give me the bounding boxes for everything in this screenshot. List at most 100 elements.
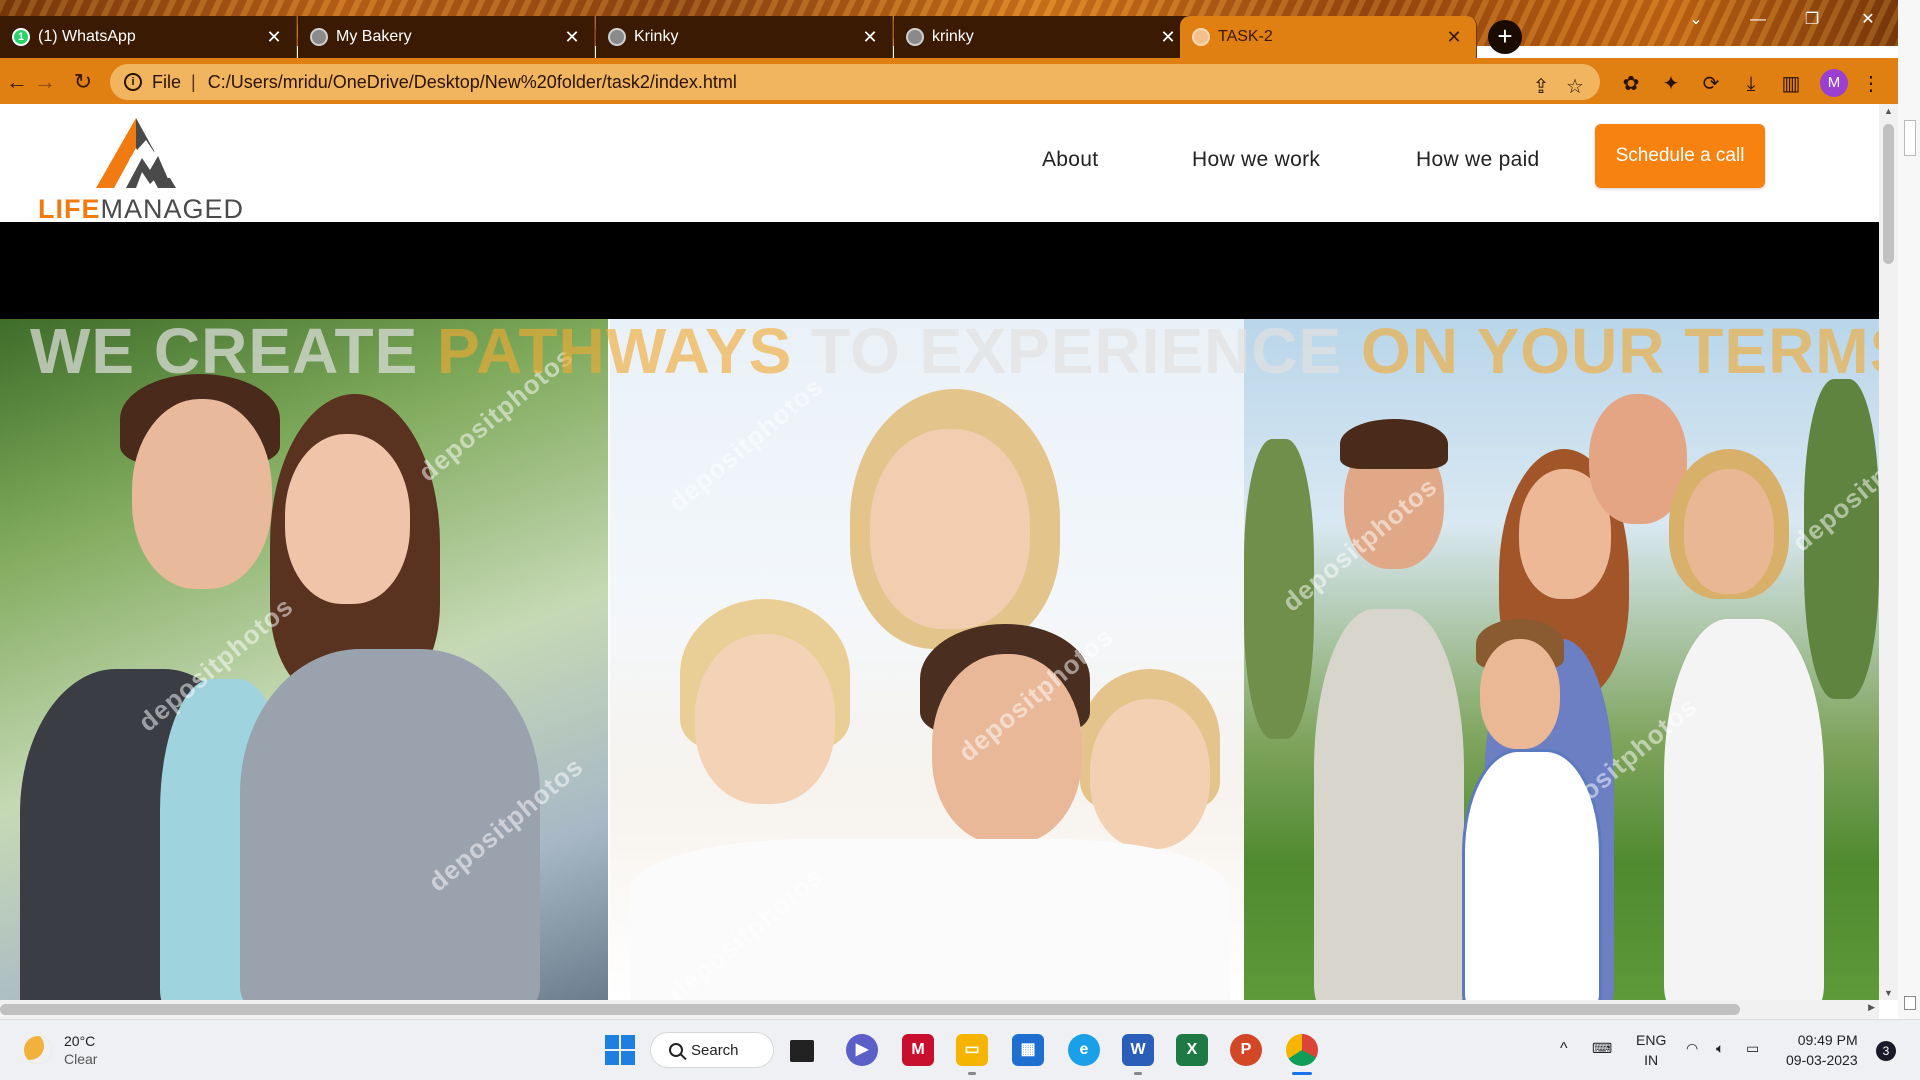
tab-title: Krinky xyxy=(634,28,679,45)
sync-icon[interactable]: ⟳ xyxy=(1698,71,1724,97)
page-viewport: LIFEMANAGED About How we work How we pai… xyxy=(0,104,1879,1000)
person-grandmother-head xyxy=(1684,469,1774,594)
hero-heading-part: TO EXPERIENCE xyxy=(811,315,1361,387)
site-logo[interactable]: LIFEMANAGED xyxy=(36,118,246,224)
tab-whatsapp[interactable]: 1 (1) WhatsApp ✕ xyxy=(0,16,297,58)
edge-box xyxy=(1904,120,1916,156)
logo-mark-icon xyxy=(96,118,176,188)
person-boy-head xyxy=(695,634,835,804)
hero-photo-couple: depositphotos depositphotos depositphoto… xyxy=(0,319,608,1000)
menu-kebab-icon[interactable]: ⋮ xyxy=(1858,71,1884,97)
forward-arrow-icon[interactable]: → xyxy=(28,65,62,99)
window-close-icon[interactable]: ✕ xyxy=(1846,6,1890,34)
region-code: IN xyxy=(1644,1052,1659,1068)
running-indicator xyxy=(1134,1072,1142,1075)
vertical-scrollbar[interactable]: ▲ ▼ xyxy=(1879,104,1898,1000)
bookmark-star-icon[interactable]: ☆ xyxy=(1560,72,1590,102)
maximize-icon[interactable]: ❐ xyxy=(1790,6,1834,34)
language-indicator[interactable]: ENG IN xyxy=(1636,1030,1666,1070)
scroll-up-arrow-icon[interactable]: ▲ xyxy=(1879,106,1898,116)
person-teen-body xyxy=(1314,609,1464,1000)
edge-icon[interactable]: e xyxy=(1068,1034,1100,1066)
share-icon[interactable]: ⇪ xyxy=(1526,72,1556,102)
nav-link-how-we-work[interactable]: How we work xyxy=(1192,148,1320,172)
hero-heading-part-highlight: PATHWAYS xyxy=(437,315,812,387)
logo-text-life: LIFE xyxy=(38,194,101,224)
show-hidden-icons-chevron-icon[interactable]: ^ xyxy=(1560,1040,1568,1058)
taskbar-clock[interactable]: 09:49 PM 09-03-2023 xyxy=(1786,1030,1858,1070)
weather-condition: Clear xyxy=(64,1051,98,1067)
minimize-icon[interactable]: — xyxy=(1736,6,1780,34)
word-icon[interactable]: W xyxy=(1122,1034,1154,1066)
tab-close-icon[interactable]: ✕ xyxy=(1444,27,1464,48)
wifi-icon[interactable]: ◠ xyxy=(1686,1040,1698,1057)
microsoft-store-icon[interactable]: ▦ xyxy=(1012,1034,1044,1066)
weather-widget[interactable]: 20°C Clear xyxy=(24,1032,97,1068)
globe-icon xyxy=(906,28,924,46)
tab-title: TASK-2 xyxy=(1218,28,1273,45)
browser-toolbar: ← → ↻ i File | C:/Users/mridu/OneDrive/D… xyxy=(0,58,1898,104)
extension-bug-icon[interactable]: ✿ xyxy=(1618,71,1644,97)
download-icon[interactable]: ⤓ xyxy=(1738,71,1764,97)
tab-close-icon[interactable]: ✕ xyxy=(562,27,582,48)
hero-photo-family-bed: depositphotos depositphotos depositphoto… xyxy=(610,319,1244,1000)
tab-close-icon[interactable]: ✕ xyxy=(860,27,880,48)
start-windows-icon[interactable] xyxy=(604,1034,636,1066)
reload-icon[interactable]: ↻ xyxy=(66,65,100,99)
address-bar[interactable]: i File | C:/Users/mridu/OneDrive/Desktop… xyxy=(110,64,1600,100)
vertical-scroll-thumb[interactable] xyxy=(1883,124,1894,264)
tab-close-icon[interactable]: ✕ xyxy=(1158,27,1178,48)
taskbar-search-button[interactable]: Search xyxy=(650,1032,774,1068)
mcafee-icon[interactable]: M xyxy=(902,1034,934,1066)
excel-icon[interactable]: X xyxy=(1176,1034,1208,1066)
black-banner xyxy=(0,222,1879,319)
window-edge xyxy=(1898,0,1920,1019)
hero-heading-part: WE CREATE xyxy=(30,315,438,387)
nav-link-how-we-paid[interactable]: How we paid xyxy=(1416,148,1540,172)
weather-temperature: 20°C xyxy=(64,1033,96,1049)
tab-krinky-2[interactable]: krinky ✕ xyxy=(894,16,1191,58)
address-separator: | xyxy=(191,71,196,92)
tab-close-icon[interactable]: ✕ xyxy=(264,27,284,48)
teams-chat-icon[interactable]: ▶ xyxy=(846,1034,878,1066)
person-man-head xyxy=(132,399,272,589)
globe-icon xyxy=(310,28,328,46)
tab-title: krinky xyxy=(932,28,974,45)
keyboard-icon[interactable]: ⌨ xyxy=(1592,1040,1612,1057)
whatsapp-icon: 1 xyxy=(12,28,30,46)
side-panel-icon[interactable]: ▥ xyxy=(1778,71,1804,97)
site-header: LIFEMANAGED About How we work How we pai… xyxy=(0,104,1879,224)
globe-icon xyxy=(608,28,626,46)
running-indicator xyxy=(1292,1072,1312,1075)
tab-search-chevron-icon[interactable]: ⌄ xyxy=(1674,6,1718,34)
person-girl-head xyxy=(1090,699,1210,849)
chrome-icon[interactable] xyxy=(1286,1034,1318,1066)
horizontal-scroll-thumb[interactable] xyxy=(0,1004,1740,1015)
edge-box xyxy=(1904,996,1916,1010)
file-explorer-icon[interactable]: ▭ xyxy=(956,1034,988,1066)
hero-section: depositphotos depositphotos depositphoto… xyxy=(0,315,1879,1000)
notification-badge[interactable]: 3 xyxy=(1876,1041,1896,1061)
horizontal-scrollbar[interactable]: ▶ xyxy=(0,1000,1879,1019)
scroll-down-arrow-icon[interactable]: ▼ xyxy=(1879,988,1898,998)
new-tab-button[interactable]: + xyxy=(1488,20,1522,54)
address-url[interactable]: C:/Users/mridu/OneDrive/Desktop/New%20fo… xyxy=(208,72,737,93)
profile-avatar[interactable]: M xyxy=(1820,69,1848,97)
site-info-icon[interactable]: i xyxy=(124,73,142,91)
watermark: depositphotos xyxy=(662,370,829,518)
person-mother-head xyxy=(870,429,1030,629)
globe-icon xyxy=(1192,28,1210,46)
powerpoint-icon[interactable]: P xyxy=(1230,1034,1262,1066)
person-teen-hair xyxy=(1340,419,1448,469)
tab-my-bakery[interactable]: My Bakery ✕ xyxy=(298,16,595,58)
nav-link-about[interactable]: About xyxy=(1042,148,1098,172)
task-view-icon[interactable] xyxy=(790,1040,814,1062)
volume-icon[interactable]: 🔈︎ xyxy=(1716,1040,1724,1057)
battery-icon[interactable]: ▭ xyxy=(1746,1040,1759,1057)
scroll-right-arrow-icon[interactable]: ▶ xyxy=(1868,1002,1875,1013)
search-icon xyxy=(669,1043,683,1057)
tab-krinky[interactable]: Krinky ✕ xyxy=(596,16,893,58)
schedule-call-button[interactable]: Schedule a call xyxy=(1595,124,1765,188)
extensions-puzzle-icon[interactable]: ✦ xyxy=(1658,71,1684,97)
tab-task-2[interactable]: TASK-2 ✕ xyxy=(1180,16,1477,58)
